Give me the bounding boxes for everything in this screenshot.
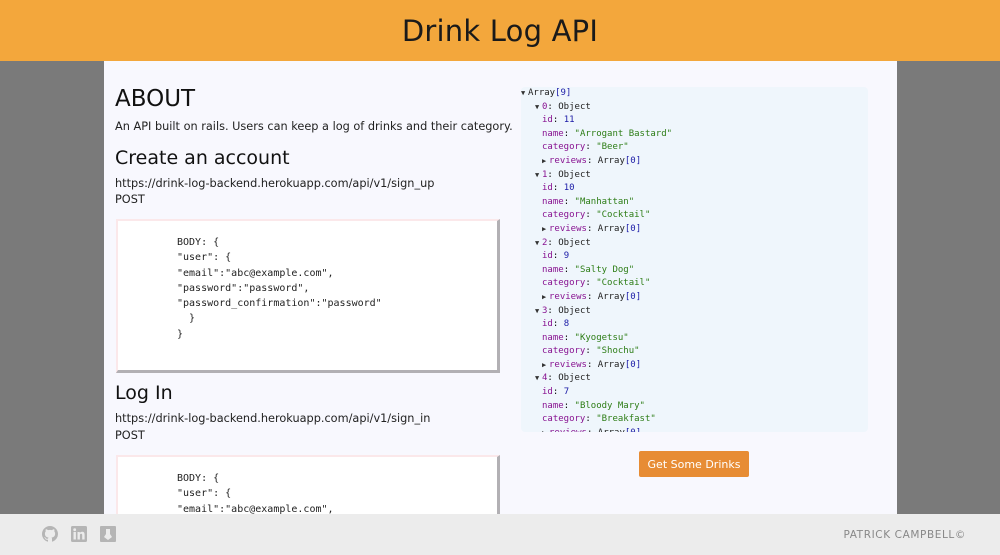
create-account-url: https://drink-log-backend.herokuapp.com/… <box>115 177 435 190</box>
collapse-arrow-icon[interactable]: ▶ <box>542 427 549 432</box>
json-field-reviews[interactable]: ▶reviews: Array[0] <box>521 427 868 432</box>
expand-arrow-icon[interactable]: ▼ <box>521 87 528 101</box>
json-field-id: id: 7 <box>542 387 570 398</box>
json-object-row[interactable]: ▼ 4: Object <box>521 372 868 386</box>
json-field-name: name: "Manhattan" <box>542 196 635 207</box>
get-drinks-button[interactable]: Get Some Drinks <box>639 451 749 477</box>
site-footer: PATRICK CAMPBELL© <box>0 514 1000 555</box>
json-field-category: category: "Cocktail" <box>542 210 651 221</box>
linkedin-icon[interactable] <box>71 526 87 542</box>
json-object-row[interactable]: ▼ 0: Object <box>521 101 868 115</box>
collapse-arrow-icon[interactable]: ▶ <box>542 155 549 169</box>
main-content: ABOUT An API built on rails. Users can k… <box>104 61 897 514</box>
json-field-name: name: "Arrogant Bastard" <box>542 128 673 139</box>
about-heading: ABOUT <box>115 86 196 112</box>
json-field-reviews[interactable]: ▶reviews: Array[0] <box>521 359 868 373</box>
json-field-id: id: 10 <box>542 183 575 194</box>
json-field-name: name: "Kyogetsu" <box>542 332 629 343</box>
page-title: Drink Log API <box>401 13 599 48</box>
json-field-reviews[interactable]: ▶reviews: Array[0] <box>521 223 868 237</box>
json-field-name: name: "Salty Dog" <box>542 264 635 275</box>
login-body: BODY: { "user": { "email":"abc@example.c… <box>177 473 334 514</box>
expand-arrow-icon[interactable]: ▼ <box>535 101 542 115</box>
json-field-category: category: "Shochu" <box>542 346 640 357</box>
site-header: Drink Log API <box>0 0 1000 61</box>
expand-arrow-icon[interactable]: ▼ <box>535 237 542 251</box>
portfolio-icon[interactable] <box>100 526 116 542</box>
json-object-row[interactable]: ▼ 2: Object <box>521 237 868 251</box>
login-body-box: BODY: { "user": { "email":"abc@example.c… <box>116 455 500 514</box>
json-field-id: id: 9 <box>542 251 570 262</box>
login-url: https://drink-log-backend.herokuapp.com/… <box>115 412 431 425</box>
login-method: POST <box>115 429 145 442</box>
create-account-body: BODY: { "user": { "email":"abc@example.c… <box>177 237 382 340</box>
expand-arrow-icon[interactable]: ▼ <box>535 372 542 386</box>
json-object-row[interactable]: ▼ 3: Object <box>521 305 868 319</box>
collapse-arrow-icon[interactable]: ▶ <box>542 291 549 305</box>
json-object-row[interactable]: ▼ 1: Object <box>521 169 868 183</box>
expand-arrow-icon[interactable]: ▼ <box>535 169 542 183</box>
copyright-text: PATRICK CAMPBELL© <box>843 529 966 541</box>
create-account-method: POST <box>115 193 145 206</box>
json-field-category: category: "Breakfast" <box>542 414 656 425</box>
json-root-row[interactable]: ▼ Array[9] <box>521 87 868 101</box>
collapse-arrow-icon[interactable]: ▶ <box>542 223 549 237</box>
json-field-id: id: 8 <box>542 319 570 330</box>
expand-arrow-icon[interactable]: ▼ <box>535 305 542 319</box>
json-viewer[interactable]: ▼ Array[9] ▼ 0: Object id: 11 name: "Arrog… <box>521 87 868 432</box>
github-icon[interactable] <box>42 526 58 542</box>
json-field-name: name: "Bloody Mary" <box>542 400 645 411</box>
create-account-body-box: BODY: { "user": { "email":"abc@example.c… <box>116 219 500 373</box>
login-heading: Log In <box>115 382 173 404</box>
json-field-reviews[interactable]: ▶reviews: Array[0] <box>521 291 868 305</box>
about-description: An API built on rails. Users can keep a … <box>115 120 513 133</box>
json-field-category: category: "Cocktail" <box>542 278 651 289</box>
json-field-category: category: "Beer" <box>542 142 629 153</box>
json-field-id: id: 11 <box>542 115 575 126</box>
collapse-arrow-icon[interactable]: ▶ <box>542 359 549 373</box>
create-account-heading: Create an account <box>115 147 290 169</box>
json-field-reviews[interactable]: ▶reviews: Array[0] <box>521 155 868 169</box>
